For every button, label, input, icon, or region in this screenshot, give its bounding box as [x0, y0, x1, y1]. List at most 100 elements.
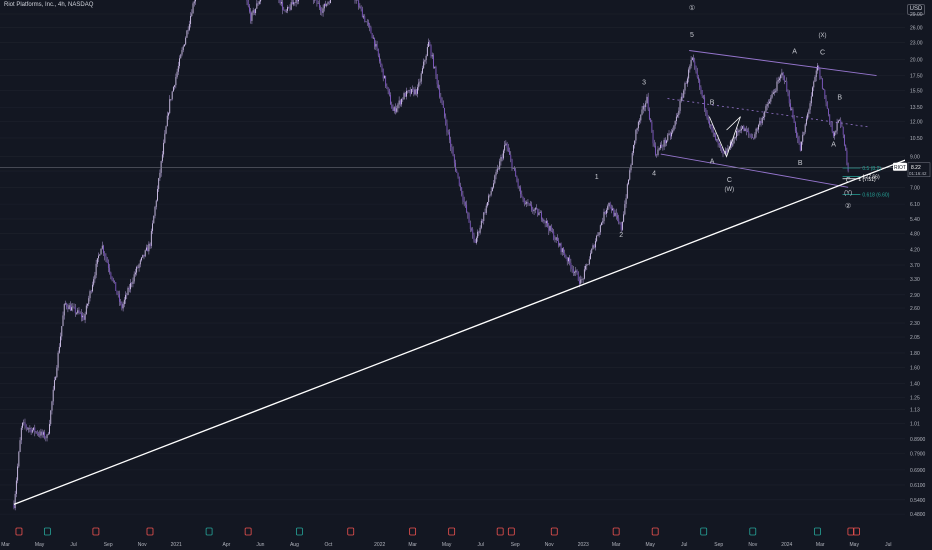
candle-body — [663, 139, 665, 147]
candle-body — [452, 150, 454, 156]
event-marker — [146, 527, 154, 536]
candle-body — [42, 432, 44, 435]
y-tick-label: 20.00 — [910, 57, 923, 63]
x-tick-label: Mar — [408, 542, 417, 548]
candle-body — [774, 91, 775, 93]
candle-body — [650, 119, 652, 123]
candle-body — [668, 133, 670, 135]
candle-body — [671, 132, 672, 137]
candle-body — [781, 72, 783, 76]
candle-body — [171, 91, 173, 100]
candle-body — [537, 208, 539, 216]
candle-body — [829, 114, 831, 123]
x-tick-label: 2023 — [578, 542, 589, 548]
y-tick-label: 0.4800 — [910, 512, 926, 518]
candle-body — [673, 125, 675, 131]
candle-body — [581, 279, 583, 280]
y-tick-label: 29.00 — [910, 12, 923, 18]
candle-body — [560, 243, 562, 253]
candle-body — [707, 117, 709, 122]
candle-body — [123, 299, 125, 305]
candle-body — [56, 367, 58, 378]
x-tick-label: May — [645, 542, 655, 548]
x-tick-label: Sep — [511, 542, 520, 548]
candle-body — [176, 71, 178, 78]
candle-body — [118, 294, 120, 302]
candle-body — [623, 214, 625, 222]
price-chart[interactable]: 0.5 (8.2)1 (7.51)1 (7.66)0.618 (6.60)123… — [0, 0, 932, 550]
candle-body — [764, 111, 766, 117]
candle-body — [423, 61, 425, 69]
candle-body — [152, 223, 154, 231]
candle-body — [484, 212, 486, 214]
x-tick-label: Jun — [256, 542, 264, 548]
candle-body — [457, 172, 459, 177]
candle-body — [677, 115, 679, 117]
candle-body — [51, 401, 53, 411]
candle-body — [577, 273, 579, 281]
candle-body — [520, 187, 522, 195]
candle-body — [475, 237, 477, 243]
candle-body — [428, 41, 430, 48]
candle-body — [379, 55, 380, 62]
candle-body — [318, 3, 320, 8]
candle-body — [726, 151, 728, 153]
candle-body — [258, 1, 260, 5]
candle-body — [529, 203, 531, 206]
candle-body — [414, 89, 416, 95]
candle-body — [646, 96, 648, 104]
candle-body — [114, 280, 115, 283]
candle-body — [18, 451, 20, 467]
candle-body — [439, 88, 441, 97]
candle-body — [695, 66, 697, 72]
y-tick-label: 0.6100 — [910, 483, 926, 489]
x-tick-label: May — [442, 542, 452, 548]
candle-body — [61, 326, 63, 337]
candle-body — [446, 123, 448, 132]
candle-body — [778, 78, 780, 81]
candle-body — [652, 131, 654, 144]
candle-body — [293, 2, 295, 5]
candle-body — [803, 131, 805, 135]
candle-body — [437, 84, 439, 89]
candle-body — [507, 147, 509, 152]
y-tick-label: 2.30 — [910, 321, 920, 327]
candle-body — [426, 47, 428, 56]
candle-body — [369, 24, 371, 28]
wave-label: A — [792, 48, 797, 55]
candle-body — [756, 128, 758, 130]
candle-body — [28, 428, 30, 430]
candle-body — [435, 66, 437, 76]
candle-body — [121, 303, 123, 309]
candle-body — [620, 223, 622, 230]
candle-body — [463, 200, 465, 203]
candle-body — [511, 159, 513, 169]
candle-body — [125, 294, 127, 300]
candle-body — [684, 83, 686, 91]
candle-body — [613, 208, 615, 217]
candle-body — [648, 109, 650, 120]
candle-body — [640, 114, 642, 121]
candle-body — [574, 272, 576, 273]
candle-body — [655, 145, 656, 155]
candle-body — [141, 257, 142, 261]
candle-body — [74, 307, 76, 314]
wave-label: ② — [845, 202, 851, 210]
candle-body — [651, 122, 653, 132]
candle-body — [821, 78, 823, 89]
candle-body — [659, 144, 661, 149]
candle-body — [160, 161, 162, 173]
candle-body — [617, 215, 618, 219]
candle-body — [431, 55, 433, 57]
candle-body — [464, 202, 466, 205]
y-tick-label: 1.80 — [910, 351, 920, 357]
candle-body — [375, 44, 377, 47]
candle-body — [469, 222, 471, 229]
candle-body — [191, 13, 193, 17]
candle-body — [565, 256, 567, 259]
candle-body — [718, 143, 720, 146]
candle-body — [525, 203, 526, 205]
x-tick-label: Jul — [477, 542, 483, 548]
candle-body — [618, 218, 620, 223]
candle-body — [542, 219, 544, 221]
